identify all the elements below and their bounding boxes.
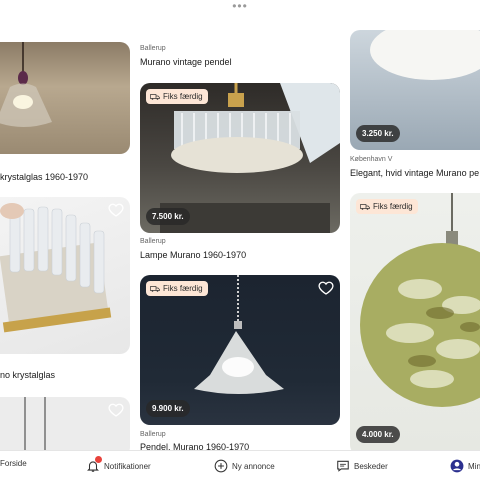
listing-image[interactable] — [0, 197, 130, 354]
listing-title[interactable]: Murano vintage pendel — [140, 57, 232, 67]
truck-icon — [360, 203, 370, 210]
tab-ny-annonce[interactable]: Ny annonce — [214, 459, 275, 473]
lamp-photo — [0, 42, 52, 127]
listing-column-left: krystalglas 1960-1970 no krystalglas — [0, 0, 130, 450]
bell-icon — [86, 456, 102, 473]
badge-label: Fiks færdig — [163, 92, 203, 101]
listing-image[interactable] — [0, 397, 130, 450]
tab-min[interactable]: Min — [450, 459, 480, 473]
listing-image[interactable]: 3.250 kr. — [350, 30, 480, 150]
listing-column-right: 3.250 kr. København V Elegant, hvid vint… — [350, 0, 480, 450]
price-badge: 7.500 kr. — [146, 208, 190, 225]
lamp-photo — [0, 203, 112, 333]
lamp-photo — [360, 193, 480, 407]
truck-icon — [150, 93, 160, 100]
fiks-faerdig-badge: Fiks færdig — [356, 199, 418, 214]
listing-column-middle: Ballerup Murano vintage pendel Fiks færd… — [140, 0, 340, 450]
listing-title[interactable]: krystalglas 1960-1970 — [0, 172, 88, 182]
tab-label: Forside — [0, 459, 27, 468]
price-badge: 3.250 kr. — [356, 125, 400, 142]
tab-label: Notifikationer — [104, 461, 151, 471]
tab-label: Ny annonce — [232, 461, 275, 471]
listing-location: Ballerup — [140, 45, 166, 52]
listing-title[interactable]: Elegant, hvid vintage Murano pe — [350, 168, 479, 178]
tab-label: Beskeder — [354, 461, 388, 471]
badge-label: Fiks færdig — [373, 202, 413, 211]
price-badge: 9.900 kr. — [146, 400, 190, 417]
listing-title[interactable]: Pendel, Murano 1960-1970 — [140, 442, 249, 450]
plus-circle-icon — [214, 459, 228, 473]
truck-icon — [150, 285, 160, 292]
listing-title[interactable]: no krystalglas — [0, 370, 55, 380]
listing-location: Ballerup — [140, 238, 166, 245]
listing-image[interactable]: Fiks færdig 4.000 kr. — [350, 193, 480, 450]
listing-image[interactable]: Fiks færdig 9.900 kr. — [140, 275, 340, 425]
listing-image[interactable] — [0, 42, 130, 154]
chat-icon — [337, 460, 349, 472]
listing-image[interactable]: Fiks færdig 7.500 kr. — [140, 83, 340, 233]
tab-label: Min — [468, 461, 480, 471]
tab-forside[interactable]: Forside — [0, 459, 27, 468]
fiks-faerdig-badge: Fiks færdig — [146, 281, 208, 296]
favorite-heart-icon[interactable] — [108, 202, 124, 218]
tab-notifikationer[interactable]: Notifikationer — [86, 456, 151, 473]
favorite-heart-icon[interactable] — [108, 402, 124, 418]
tab-beskeder[interactable]: Beskeder — [336, 459, 388, 473]
listing-location: København V — [350, 156, 393, 163]
price-badge: 4.000 kr. — [356, 426, 400, 443]
profile-icon — [450, 459, 464, 473]
fiks-faerdig-badge: Fiks færdig — [146, 89, 208, 104]
listing-location: Ballerup — [140, 431, 166, 438]
favorite-heart-icon[interactable] — [318, 280, 334, 296]
notification-dot — [95, 456, 102, 463]
bottom-tab-bar: Forside Notifikationer Ny annonce Besked… — [0, 450, 480, 480]
badge-label: Fiks færdig — [163, 284, 203, 293]
listing-title[interactable]: Lampe Murano 1960-1970 — [140, 250, 246, 260]
